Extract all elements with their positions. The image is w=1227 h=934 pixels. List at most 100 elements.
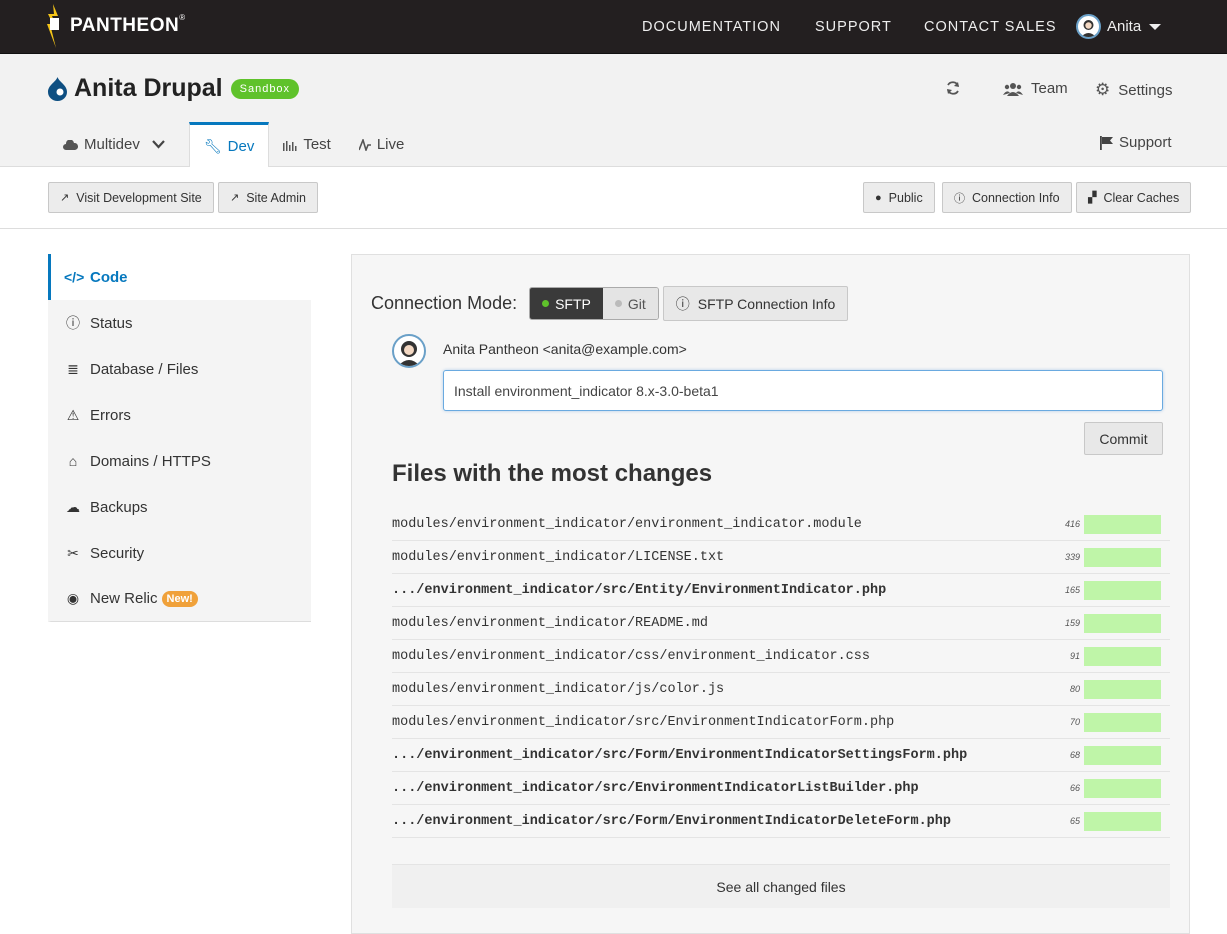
button-label: Site Admin xyxy=(246,190,306,205)
sidebar-item-label: New Relic xyxy=(90,590,158,607)
settings-button[interactable]: ⚙ Settings xyxy=(1095,80,1172,100)
refresh-button[interactable] xyxy=(945,80,961,96)
team-icon xyxy=(1003,82,1023,96)
external-link-icon: ↗ xyxy=(60,192,70,204)
warning-icon: ⚠ xyxy=(66,406,80,423)
change-bar xyxy=(1084,811,1161,831)
registered-mark: ® xyxy=(179,13,186,22)
team-label: Team xyxy=(1031,80,1068,97)
dev-sidebar: </> Code ⓘ Status ≣ Database / Files ⚠ E… xyxy=(48,254,311,622)
button-label: Clear Caches xyxy=(1103,190,1180,205)
globe-icon: ● xyxy=(875,191,882,204)
button-label: Public xyxy=(888,190,923,205)
sftp-connection-info-button[interactable]: ⓘ SFTP Connection Info xyxy=(662,286,849,321)
git-label: Git xyxy=(627,295,646,312)
sidebar-item-errors[interactable]: ⚠ Errors xyxy=(48,392,311,438)
sidebar-item-label: Status xyxy=(90,314,133,332)
sidebar-item-backups[interactable]: ☁ Backups xyxy=(48,484,311,530)
sftp-mode-button[interactable]: SFTP xyxy=(530,288,603,319)
file-name: modules/environment_indicator/css/enviro… xyxy=(392,648,870,664)
sidebar-item-code[interactable]: </> Code xyxy=(48,254,311,300)
file-name: modules/environment_indicator/environmen… xyxy=(392,516,862,532)
change-count: 339 xyxy=(1064,552,1080,562)
site-admin-button[interactable]: ↗ Site Admin xyxy=(218,182,318,213)
site-header: Anita Drupal Sandbox Team ⚙ Settings Mul… xyxy=(0,54,1227,168)
info-icon: ⓘ xyxy=(675,295,690,312)
code-icon: </> xyxy=(64,269,85,285)
top-navbar: PANTHEON® DOCUMENTATION SUPPORT CONTACT … xyxy=(0,0,1227,54)
settings-label: Settings xyxy=(1118,81,1173,99)
gear-icon: ⚙ xyxy=(1095,80,1111,99)
nav-support[interactable]: SUPPORT xyxy=(815,0,892,54)
change-bar xyxy=(1084,580,1161,600)
change-bar xyxy=(1084,646,1161,666)
chevron-down-icon xyxy=(1149,23,1162,30)
commit-author: Anita Pantheon <anita@example.com> xyxy=(443,341,687,357)
tab-live[interactable]: Live xyxy=(345,122,419,167)
nav-contact-sales[interactable]: CONTACT SALES xyxy=(924,0,1057,54)
public-button[interactable]: ● Public xyxy=(863,182,935,213)
code-panel: Connection Mode: SFTP Git ⓘ SFTP Connect… xyxy=(351,254,1190,934)
clear-caches-button[interactable]: ▞ Clear Caches xyxy=(1076,182,1192,213)
home-icon: ⌂ xyxy=(68,453,78,469)
database-icon: ≣ xyxy=(67,360,79,377)
change-bar xyxy=(1084,679,1161,699)
user-menu[interactable]: Anita xyxy=(1076,14,1162,39)
sidebar-item-new-relic[interactable]: ◉ New Relic New! xyxy=(48,576,311,622)
change-bar xyxy=(1084,613,1161,633)
flag-icon xyxy=(1100,135,1113,150)
change-bar xyxy=(1084,547,1161,567)
file-row: modules/environment_indicator/js/color.j… xyxy=(392,673,1170,706)
sidebar-item-status[interactable]: ⓘ Status xyxy=(48,300,311,346)
pantheon-logo[interactable]: PANTHEON® xyxy=(46,4,186,48)
file-row: modules/environment_indicator/src/Enviro… xyxy=(392,706,1170,739)
file-row: .../environment_indicator/src/Entity/Env… xyxy=(392,574,1170,607)
visit-development-site-button[interactable]: ↗ Visit Development Site xyxy=(48,182,214,213)
button-label: Connection Info xyxy=(972,190,1060,205)
support-link[interactable]: Support xyxy=(1100,134,1172,151)
change-bar xyxy=(1084,514,1161,534)
team-button[interactable]: Team xyxy=(1003,80,1068,97)
file-row: modules/environment_indicator/LICENSE.tx… xyxy=(392,541,1170,574)
sidebar-item-domains-https[interactable]: ⌂ Domains / HTTPS xyxy=(48,438,311,484)
change-count: 165 xyxy=(1064,585,1080,595)
inactive-dot-icon xyxy=(614,300,622,307)
commit-message-input[interactable] xyxy=(443,370,1163,411)
sftp-info-label: SFTP Connection Info xyxy=(697,295,836,312)
active-dot-icon xyxy=(542,300,550,307)
drupal-icon xyxy=(48,76,67,101)
change-bar xyxy=(1084,745,1161,765)
connection-info-button[interactable]: ⓘ Connection Info xyxy=(942,182,1072,213)
new-badge: New! xyxy=(161,590,198,607)
connection-mode-toggle: SFTP Git xyxy=(529,287,659,320)
cloud-upload-icon: ☁ xyxy=(66,498,80,515)
info-icon: ⓘ xyxy=(954,192,965,205)
file-row: .../environment_indicator/src/Environmen… xyxy=(392,772,1170,805)
files-heading: Files with the most changes xyxy=(392,460,713,487)
file-row: modules/environment_indicator/README.md … xyxy=(392,607,1170,640)
sidebar-item-database-files[interactable]: ≣ Database / Files xyxy=(48,346,311,392)
nav-documentation[interactable]: DOCUMENTATION xyxy=(642,0,781,54)
tab-test[interactable]: Test xyxy=(269,122,345,167)
tab-multidev[interactable]: Multidev xyxy=(48,122,189,167)
see-all-changed-files-link[interactable]: See all changed files xyxy=(392,864,1170,908)
sidebar-item-security[interactable]: ✂ Security xyxy=(48,530,311,576)
git-mode-button[interactable]: Git xyxy=(602,288,658,319)
pulse-icon xyxy=(358,138,371,151)
sidebar-item-label: Domains / HTTPS xyxy=(90,452,211,470)
sidebar-item-label: Errors xyxy=(90,406,131,424)
chevron-down-icon xyxy=(152,140,165,149)
author-avatar xyxy=(392,334,426,368)
file-name: .../environment_indicator/src/Form/Envir… xyxy=(392,747,968,763)
sidebar-item-label: Backups xyxy=(90,498,148,516)
button-label: Visit Development Site xyxy=(76,190,202,205)
tab-dev[interactable]: 🔧︎ Dev xyxy=(188,122,270,168)
eye-icon: ◉ xyxy=(66,590,80,606)
file-name: modules/environment_indicator/js/color.j… xyxy=(392,681,725,697)
pantheon-bolt-icon xyxy=(47,4,59,48)
file-row: modules/environment_indicator/css/enviro… xyxy=(392,640,1170,673)
tab-label: Multidev xyxy=(84,136,140,153)
connection-mode-label: Connection Mode: xyxy=(371,293,518,313)
file-name: modules/environment_indicator/src/Enviro… xyxy=(392,714,895,730)
commit-button[interactable]: Commit xyxy=(1084,422,1163,455)
